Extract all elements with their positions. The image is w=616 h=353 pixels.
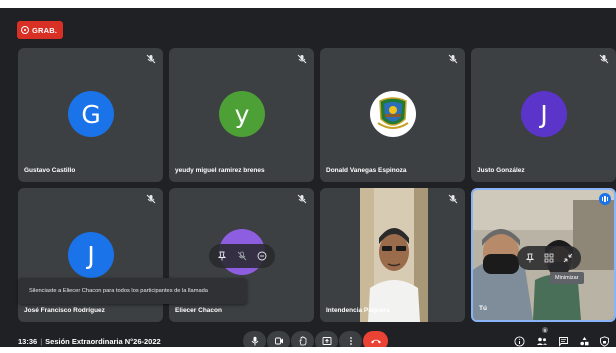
- people-button[interactable]: [536, 335, 548, 347]
- participant-tile-justo[interactable]: J Justo González: [471, 48, 616, 182]
- participant-tile-yeudy[interactable]: y yeudy miguel ramirez brenes: [169, 48, 314, 182]
- avatar: G: [68, 91, 114, 137]
- hand-icon: [299, 336, 306, 346]
- camera-icon: [274, 337, 283, 345]
- self-tile-hover-controls: [517, 246, 581, 270]
- minimize-icon[interactable]: [563, 253, 573, 263]
- remove-participant-icon[interactable]: [257, 251, 267, 261]
- meeting-time: 13:36: [18, 337, 38, 346]
- participant-tile-self[interactable]: Minimizar Tú: [471, 188, 616, 322]
- host-controls-button[interactable]: [598, 335, 610, 347]
- framing-icon[interactable]: [544, 253, 554, 263]
- activities-button[interactable]: [578, 335, 590, 347]
- mic-off-icon: [599, 54, 609, 64]
- present-icon: [322, 337, 331, 345]
- mic-off-icon: [297, 54, 307, 64]
- people-count-badge: 8: [542, 327, 548, 333]
- avatar-crest: [370, 91, 416, 137]
- participant-name: Gustavo Castillo: [24, 167, 76, 174]
- avatar: y: [219, 91, 265, 137]
- participant-name: Eliecer Chacon: [175, 307, 222, 314]
- avatar: J: [521, 91, 567, 137]
- activities-icon: [579, 336, 588, 345]
- avatar: J: [68, 232, 114, 278]
- chat-icon: [558, 336, 568, 347]
- participant-name: Justo González: [477, 167, 525, 174]
- participant-name: Intendencia Paquera: [326, 307, 390, 314]
- meet-window: GRAB. G Gustavo Castillo y yeudy miguel …: [0, 0, 616, 353]
- mic-off-icon: [146, 54, 156, 64]
- separator: |: [40, 337, 43, 346]
- participant-name: José Francisco Rodríguez: [24, 307, 105, 314]
- record-icon: [21, 26, 29, 34]
- hang-up-icon: [370, 339, 381, 344]
- mute-participant-icon[interactable]: [237, 251, 247, 261]
- mic-off-icon: [146, 194, 156, 204]
- chat-button[interactable]: [557, 335, 569, 347]
- mic-icon: [251, 336, 258, 346]
- participant-tile-donald[interactable]: Donald Vanegas Espinoza: [320, 48, 465, 182]
- pin-icon[interactable]: [217, 251, 227, 261]
- mic-off-icon: [448, 54, 458, 64]
- participant-name: yeudy miguel ramirez brenes: [175, 167, 265, 174]
- shield-lock-icon: [599, 335, 609, 347]
- info-icon: [513, 335, 525, 347]
- meeting-title: Sesión Extraordinaria N°26-2022: [45, 337, 161, 346]
- mic-off-icon: [448, 194, 458, 204]
- pin-icon[interactable]: [525, 253, 535, 263]
- participant-video: [360, 188, 428, 322]
- mute-notification-toast: Silenciaste a Eliecer Chacon para todos …: [18, 278, 247, 304]
- participant-tile-gustavo[interactable]: G Gustavo Castillo: [18, 48, 163, 182]
- meeting-details-button[interactable]: [513, 335, 525, 347]
- minimize-tooltip: Minimizar: [550, 272, 584, 284]
- participant-name: Donald Vanegas Espinoza: [326, 167, 407, 174]
- tile-hover-controls: [209, 244, 275, 268]
- municipal-crest-icon: [377, 97, 409, 129]
- people-icon: [536, 337, 548, 345]
- recording-label: GRAB.: [32, 25, 58, 35]
- bottom-margin: [0, 347, 616, 353]
- participant-tile-intendencia[interactable]: Intendencia Paquera: [320, 188, 465, 322]
- top-margin: [0, 0, 616, 8]
- more-vert-icon: [349, 337, 352, 345]
- recording-badge[interactable]: GRAB.: [17, 21, 64, 39]
- mic-off-icon: [297, 194, 307, 204]
- meeting-info: 13:36 | Sesión Extraordinaria N°26-2022: [18, 337, 161, 346]
- speaking-indicator: [599, 193, 611, 205]
- participant-name: Tú: [479, 305, 487, 312]
